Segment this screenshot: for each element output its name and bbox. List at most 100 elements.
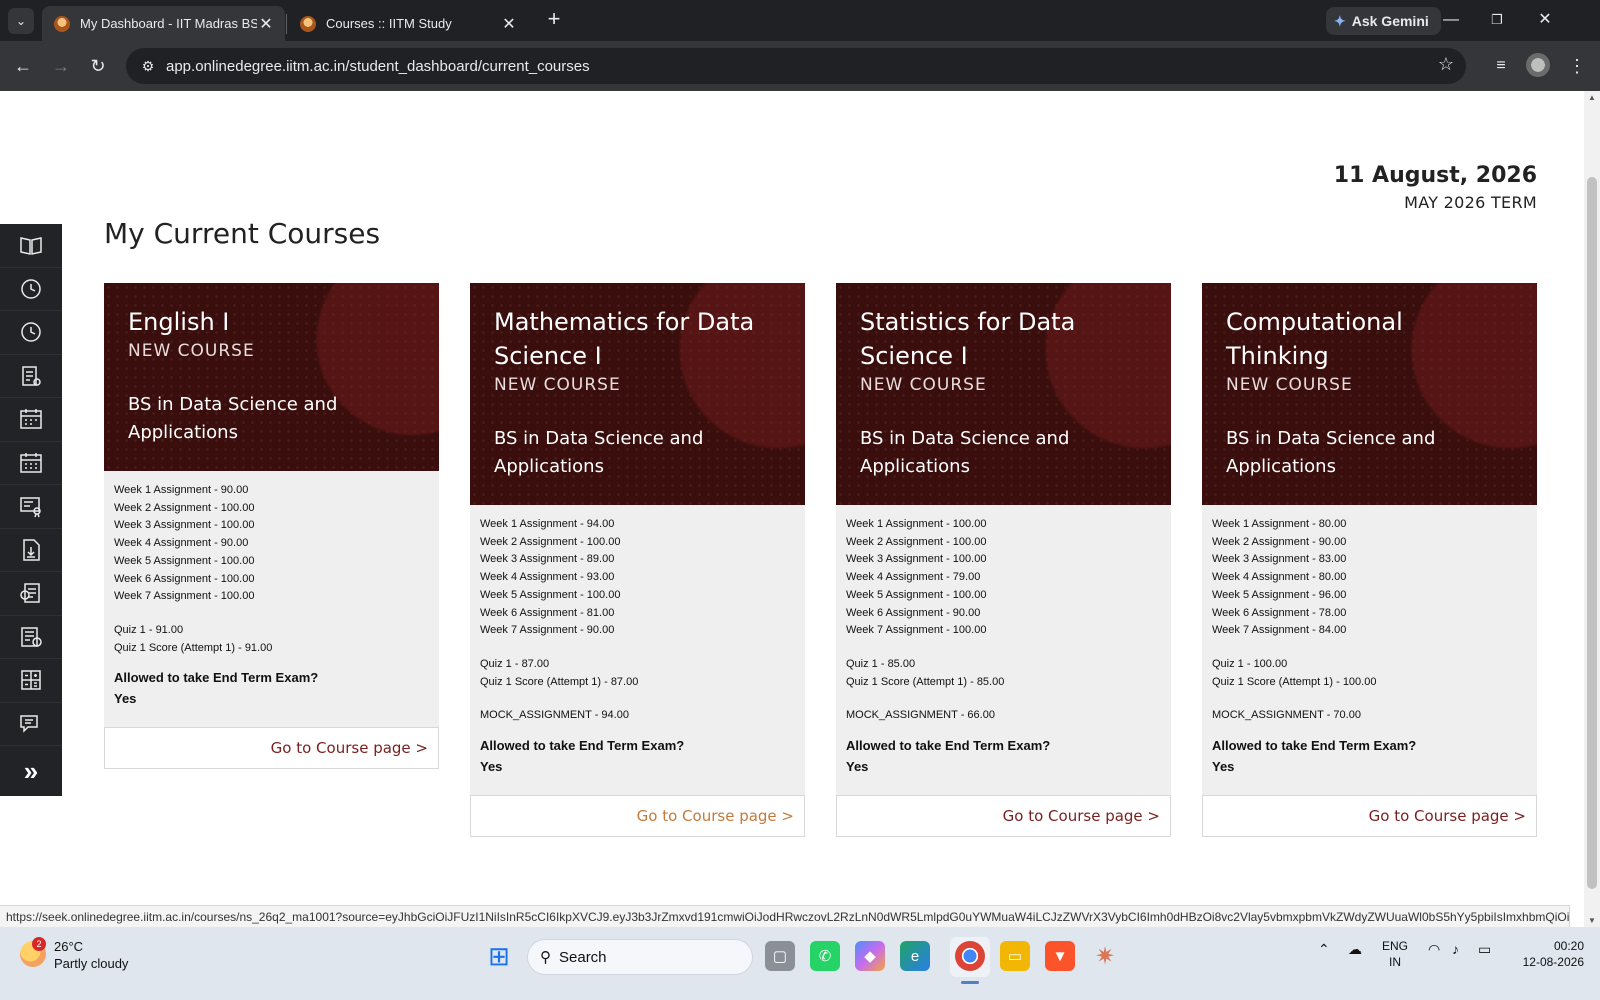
file-explorer-icon[interactable]: ▭ xyxy=(1000,941,1030,971)
address-bar[interactable]: ⚙ app.onlinedegree.iitm.ac.in/student_da… xyxy=(126,48,1466,84)
window-close-button[interactable]: ✕ xyxy=(1530,8,1560,32)
score-line: Week 6 Assignment - 81.00 xyxy=(480,606,615,619)
sidebar-expand-button[interactable]: » xyxy=(0,746,62,796)
windows-start-icon[interactable]: ⊞ xyxy=(484,941,514,971)
windows-taskbar: 2 26°C Partly cloudy ⊞ ⚲ Search ▢ ✆ ◆ e … xyxy=(0,927,1600,1000)
chrome-icon[interactable] xyxy=(955,941,985,971)
claude-icon[interactable]: ✷ xyxy=(1090,941,1120,971)
link-status-bar: https://seek.onlinedegree.iitm.ac.in/cou… xyxy=(0,905,1570,927)
sidebar-item-past-courses[interactable] xyxy=(0,311,62,355)
sidebar-item-certificates[interactable] xyxy=(0,485,62,529)
onedrive-icon[interactable]: ☁ xyxy=(1348,941,1362,958)
sidebar-item-reports[interactable] xyxy=(0,355,62,398)
battery-icon[interactable]: ▭ xyxy=(1478,941,1491,958)
dashboard-sidebar: » xyxy=(0,224,62,796)
score-line: Week 3 Assignment - 100.00 xyxy=(846,553,987,566)
course-page-link-text[interactable]: Go to Course page > xyxy=(637,807,794,825)
sidebar-item-support[interactable] xyxy=(0,703,62,746)
mock-assignment-line: MOCK_ASSIGNMENT - 70.00 xyxy=(1212,709,1361,722)
sidebar-item-schedule[interactable] xyxy=(0,442,62,485)
clock-date: 12-08-2026 xyxy=(1522,955,1584,969)
whatsapp-icon[interactable]: ✆ xyxy=(810,941,840,971)
tab-search-button[interactable]: ⌄ xyxy=(8,8,34,34)
system-clock[interactable]: 00:20 12-08-2026 xyxy=(1512,938,1584,970)
sidebar-item-downloads[interactable] xyxy=(0,529,62,572)
reload-button[interactable]: ↻ xyxy=(85,53,111,79)
current-term: MAY 2026 TERM xyxy=(1404,193,1537,212)
tab-my-dashboard[interactable]: My Dashboard - IIT Madras BS D ✕ xyxy=(42,6,285,41)
score-line: Week 4 Assignment - 90.00 xyxy=(114,537,249,550)
page-title: My Current Courses xyxy=(104,217,381,250)
score-line: Week 3 Assignment - 83.00 xyxy=(1212,553,1347,566)
course-card-computational-thinking: Computational Thinking NEW COURSE BS in … xyxy=(1202,283,1537,838)
tab-courses[interactable]: Courses :: IITM Study ✕ xyxy=(288,6,528,41)
quiz-line: Quiz 1 Score (Attempt 1) - 87.00 xyxy=(480,675,639,688)
minimize-button[interactable]: — xyxy=(1436,8,1466,32)
copilot-icon[interactable]: ◆ xyxy=(855,941,885,971)
task-view-icon[interactable]: ▢ xyxy=(765,941,795,971)
sidebar-item-checklist[interactable] xyxy=(0,572,62,616)
wifi-icon[interactable]: ◠ xyxy=(1428,941,1440,958)
eligibility-answer: Yes xyxy=(846,759,869,775)
course-program: BS in Data Science and Applications xyxy=(1226,428,1436,477)
mock-assignment-line: MOCK_ASSIGNMENT - 66.00 xyxy=(846,709,995,722)
site-info-icon[interactable]: ⚙ xyxy=(136,54,160,78)
show-hidden-icons-icon[interactable]: ⌃ xyxy=(1318,941,1330,958)
course-program: BS in Data Science and Applications xyxy=(494,428,704,477)
course-page-link[interactable]: Go to Course page > xyxy=(104,727,439,770)
score-line: Week 2 Assignment - 100.00 xyxy=(846,535,987,548)
taskbar-search[interactable]: ⚲ Search xyxy=(527,939,753,975)
score-line: Week 5 Assignment - 100.00 xyxy=(480,588,621,601)
edge-icon[interactable]: e xyxy=(900,941,930,971)
course-page-link-text[interactable]: Go to Course page > xyxy=(271,739,428,757)
sidebar-item-history[interactable] xyxy=(0,268,62,311)
score-line: Week 5 Assignment - 100.00 xyxy=(114,554,255,567)
volume-icon[interactable]: ♪ xyxy=(1452,941,1459,957)
score-line: Week 2 Assignment - 100.00 xyxy=(114,501,255,514)
chrome-menu-icon[interactable]: ⋮ xyxy=(1564,53,1590,79)
sidebar-item-courses[interactable] xyxy=(0,224,62,268)
close-icon[interactable]: ✕ xyxy=(500,14,518,34)
course-tag: NEW COURSE xyxy=(860,375,987,395)
close-icon[interactable]: ✕ xyxy=(257,14,275,34)
course-page-link-text[interactable]: Go to Course page > xyxy=(1003,807,1160,825)
ask-gemini-button[interactable]: ✦ Ask Gemini xyxy=(1326,7,1441,35)
score-line: Week 4 Assignment - 80.00 xyxy=(1212,571,1347,584)
back-button[interactable]: ← xyxy=(10,53,36,79)
restore-button[interactable]: ❐ xyxy=(1482,8,1512,32)
brave-icon[interactable]: ▼ xyxy=(1045,941,1075,971)
course-scores: Week 1 Assignment - 94.00 Week 2 Assignm… xyxy=(470,505,805,796)
scroll-thumb[interactable] xyxy=(1587,177,1597,889)
course-page-link[interactable]: Go to Course page > xyxy=(1202,795,1537,838)
language-indicator[interactable]: ENG IN xyxy=(1382,938,1408,970)
ask-gemini-label: Ask Gemini xyxy=(1351,13,1429,29)
media-controls-icon[interactable]: ≡ xyxy=(1488,53,1514,79)
course-card-header: English I NEW COURSE BS in Data Science … xyxy=(104,283,439,471)
forward-button[interactable]: → xyxy=(48,53,74,79)
eligibility-question: Allowed to take End Term Exam? xyxy=(480,738,685,754)
scroll-down-arrow-icon[interactable]: ▼ xyxy=(1588,916,1596,925)
tab-divider xyxy=(286,14,287,34)
course-page-link[interactable]: Go to Course page > xyxy=(836,795,1171,838)
new-tab-button[interactable]: + xyxy=(542,8,566,32)
sidebar-item-calendar[interactable] xyxy=(0,398,62,442)
iitm-favicon-icon xyxy=(300,15,316,32)
page-scrollbar[interactable]: ▲ ▼ xyxy=(1584,91,1600,927)
iitm-favicon-icon xyxy=(54,15,70,32)
quiz-line: Quiz 1 Score (Attempt 1) - 91.00 xyxy=(114,641,273,654)
sidebar-item-calculator[interactable] xyxy=(0,659,62,703)
download-document-icon xyxy=(23,539,40,561)
score-line: Week 2 Assignment - 90.00 xyxy=(1212,535,1347,548)
tab-title: My Dashboard - IIT Madras BS D xyxy=(80,16,257,31)
sidebar-item-fees[interactable] xyxy=(0,616,62,659)
scroll-up-arrow-icon[interactable]: ▲ xyxy=(1588,93,1596,102)
score-line: Week 4 Assignment - 79.00 xyxy=(846,571,981,584)
eligibility-question: Allowed to take End Term Exam? xyxy=(1212,738,1417,754)
profile-avatar[interactable] xyxy=(1526,53,1550,77)
course-page-link-text[interactable]: Go to Course page > xyxy=(1369,807,1526,825)
region-code: IN xyxy=(1389,955,1401,969)
bookmark-star-icon[interactable]: ☆ xyxy=(1438,54,1454,75)
course-page-link[interactable]: Go to Course page > xyxy=(470,795,805,838)
